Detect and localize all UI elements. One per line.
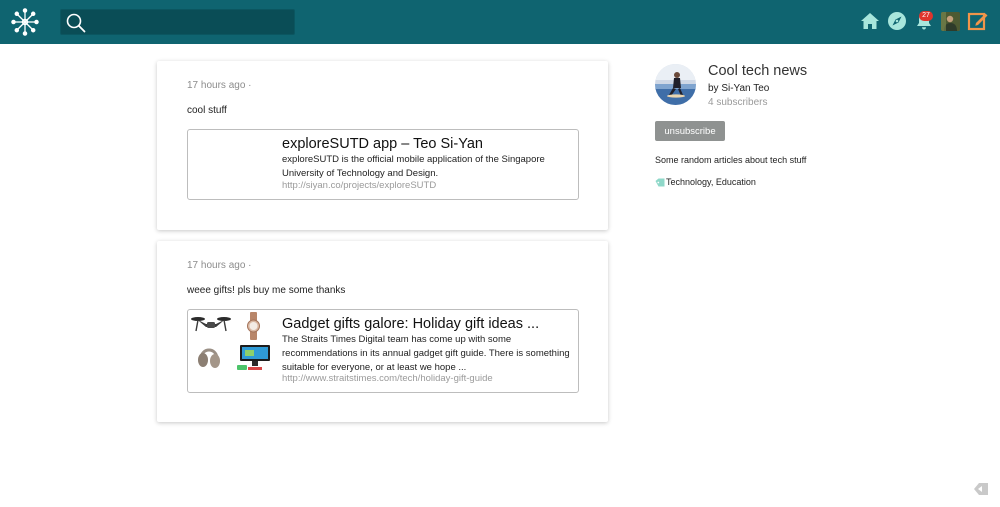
post-text: cool stuff [187,105,227,116]
headphones-icon [198,348,220,368]
user-avatar[interactable] [941,12,960,31]
search-box[interactable] [60,9,295,35]
logo-icon[interactable] [11,8,39,36]
post-timestamp[interactable]: 17 hours ago · [187,80,252,91]
link-title[interactable]: Gadget gifts galore: Holiday gift ideas … [282,316,572,332]
link-title[interactable]: exploreSUTD app – Teo Si-Yan [282,136,572,152]
link-thumbnail [189,131,277,199]
channel-avatar [655,64,696,105]
subscriber-count: 4 subscribers [708,97,768,108]
home-icon[interactable] [860,11,880,31]
search-icon[interactable] [65,12,87,34]
link-url[interactable]: http://siyan.co/projects/exploreSUTD [282,180,436,191]
compass-icon[interactable] [887,11,907,31]
link-url[interactable]: http://www.straitstimes.com/tech/holiday… [282,373,493,384]
channel-description: Some random articles about tech stuff [655,155,807,165]
post-timestamp[interactable]: 17 hours ago · [187,260,252,271]
watch-icon [247,312,260,340]
notification-count-badge: 27 [919,11,933,21]
tag-icon [655,178,665,187]
monitor-icon [237,345,270,370]
user-avatar-image [941,12,960,31]
channel-tags[interactable]: Technology, Education [666,177,756,187]
link-preview[interactable]: Gadget gifts galore: Holiday gift ideas … [187,309,579,393]
link-description: exploreSUTD is the official mobile appli… [282,154,545,179]
post-text: weee gifts! pls buy me some thanks [187,285,346,296]
unsubscribe-button[interactable]: unsubscribe [655,121,725,141]
search-input[interactable] [91,13,289,33]
post-card: 17 hours ago · weee gifts! pls buy me so… [157,241,608,422]
drone-icon [191,317,231,332]
gadgets-thumbnail [191,312,270,370]
top-navigation-bar: 27 [0,0,1000,44]
channel-author[interactable]: by Si-Yan Teo [708,83,769,94]
link-description: The Straits Times Digital team has come … [282,334,570,373]
channel-title: Cool tech news [708,63,808,79]
feedback-tag-icon[interactable] [973,482,989,496]
post-card: 17 hours ago · cool stuff exploreSUTD ap… [157,61,608,230]
compose-icon[interactable] [967,10,989,32]
link-preview[interactable]: exploreSUTD app – Teo Si-Yan exploreSUTD… [187,129,579,200]
